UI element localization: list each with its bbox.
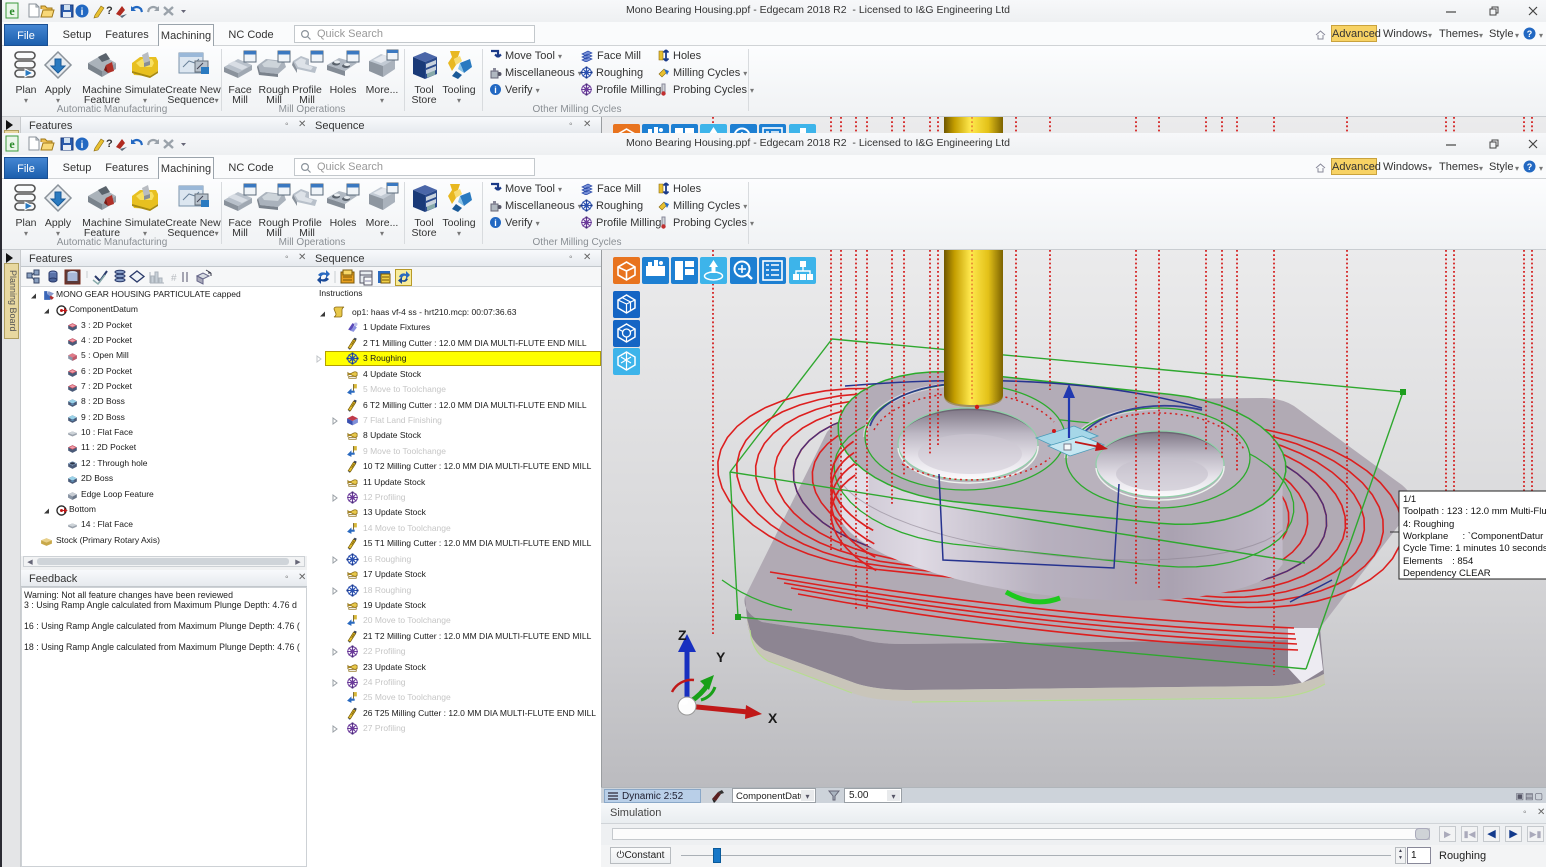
svg-text:1/1: 1/1 [1403,494,1416,505]
svg-text:i: i [494,85,497,95]
svg-text:4: Roughing: 4: Roughing [1403,519,1454,530]
svg-text:Toolpath : 123 : 12.0 mm Multi: Toolpath : 123 : 12.0 mm Multi-Flut [1403,506,1546,517]
svg-text:Dependency CLEAR: Dependency CLEAR [1403,568,1491,579]
svg-text:Cycle Time: 1 minutes 10 secon: Cycle Time: 1 minutes 10 seconds [1403,543,1546,554]
svg-text:Elements : 854: Elements : 854 [1403,556,1473,567]
svg-text:Z: Z [678,627,687,643]
svg-text:i: i [494,218,497,228]
svg-text:?: ? [1527,162,1533,172]
svg-text:Y: Y [716,649,726,665]
svg-text:X: X [768,710,778,726]
svg-text:#: # [171,273,177,284]
svg-text:Workplane : `ComponentDatur: Workplane : `ComponentDatur [1403,531,1543,542]
svg-text:?: ? [1527,29,1533,39]
